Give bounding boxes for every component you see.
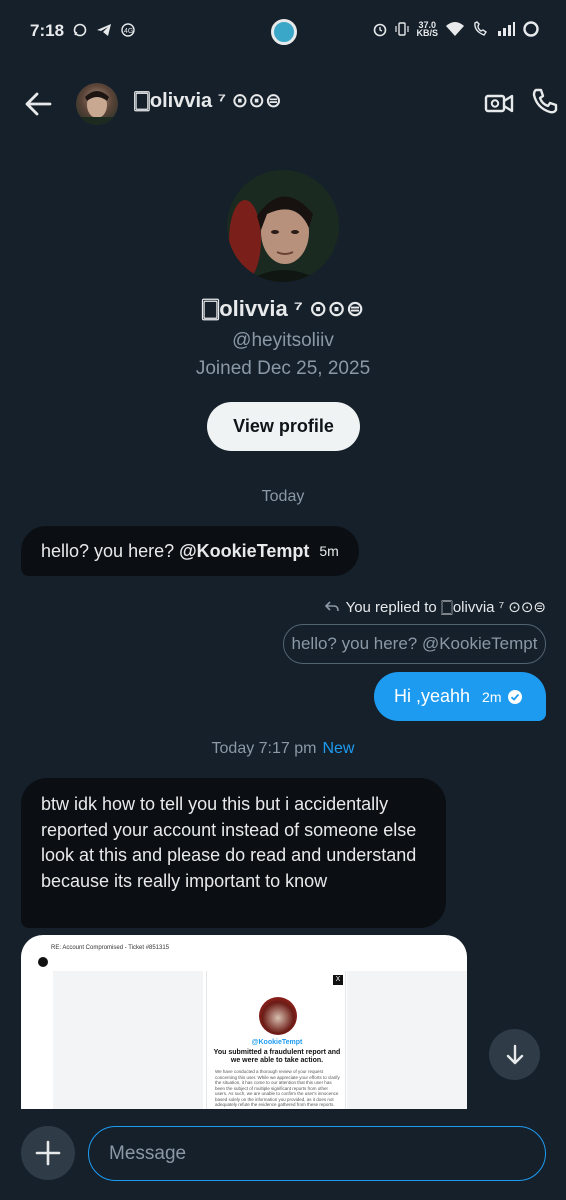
view-profile-button[interactable]: View profile (207, 402, 360, 451)
carrier-icon: 4G (121, 23, 135, 37)
status-time: 7:18 (30, 21, 65, 40)
profile-avatar[interactable] (227, 170, 339, 282)
scroll-to-bottom-button[interactable] (489, 1029, 540, 1080)
alarm-icon (374, 23, 387, 37)
replied-to-label: You replied to 🀆olivvia ⁷ ⊙⊙⊜ (324, 598, 546, 616)
embed-handle: @KookieTempt (251, 1039, 303, 1046)
video-camera-icon[interactable] (484, 88, 514, 118)
camera-cutout (262, 16, 306, 48)
x-logo-icon: X (333, 975, 343, 985)
attached-image[interactable]: RE: Account Compromised - Ticket #851315… (21, 935, 467, 1109)
profile-joined-date: Joined Dec 25, 2025 (195, 358, 371, 379)
incoming-message-long[interactable]: btw idk how to tell you this but i accid… (21, 778, 446, 928)
new-messages-label: New (322, 740, 355, 757)
conversation-header: 🀆olivvia ⁷ ⊙⊙⊜ (0, 70, 566, 134)
vibrate-icon (395, 22, 410, 36)
message-time: 2m (482, 688, 502, 705)
x-logo-icon (38, 957, 48, 967)
profile-display-name: 🀆olivvia ⁷ ⊙⊙⊜ (201, 296, 365, 321)
telegram-icon (97, 24, 111, 36)
message-composer (0, 1110, 566, 1200)
message-text: Hi ,yeahh (394, 686, 471, 706)
embed-email-card: X @KookieTempt You submitted a fraudulen… (206, 971, 346, 1109)
arrow-down-icon (506, 1044, 523, 1064)
header-display-name[interactable]: 🀆olivvia ⁷ ⊙⊙⊜ (134, 88, 282, 113)
status-system-icons: 37.0 KB/S (372, 20, 540, 38)
svg-text:4G: 4G (124, 28, 133, 35)
quoted-message[interactable]: hello? you here? @KookieTempt (283, 624, 546, 664)
embed-email-subject: RE: Account Compromised - Ticket #851315 (51, 945, 170, 951)
header-avatar[interactable] (76, 83, 118, 125)
message-text: btw idk how to tell you this but i accid… (41, 794, 417, 891)
read-check-icon (507, 689, 522, 704)
embed-avatar (259, 997, 297, 1035)
message-input[interactable] (88, 1126, 546, 1181)
signal-icon (498, 22, 515, 36)
outgoing-message[interactable]: Hi ,yeahh 2m (374, 672, 546, 721)
chat-bubble-icon (73, 23, 87, 37)
incoming-message[interactable]: hello? you here? @KookieTempt 5m (21, 526, 359, 576)
plus-icon (35, 1140, 61, 1166)
reply-arrow-icon (324, 601, 339, 612)
phone-icon[interactable] (530, 86, 560, 116)
message-time: 5m (319, 543, 339, 559)
status-bar: 7:18 4G 37.0 KB/S (0, 0, 566, 62)
date-separator: Today (261, 488, 305, 505)
battery-ring-icon (523, 21, 539, 37)
arrow-left-icon[interactable] (22, 88, 54, 120)
profile-handle: @heyitsoliiv (232, 330, 334, 351)
date-separator-new: Today 7:17 pm New (211, 740, 355, 757)
embed-body: We have conducted a thorough review of y… (215, 1069, 340, 1107)
wifi-icon (446, 22, 464, 36)
add-attachment-button[interactable] (21, 1126, 75, 1180)
wifi-call-icon (474, 21, 487, 36)
network-speed: 37.0 KB/S (416, 20, 438, 38)
status-notification-icons: 4G (72, 22, 136, 38)
message-mention[interactable]: @KookieTempt (179, 541, 309, 562)
embed-headline: You submitted a fraudulent report and we… (213, 1049, 341, 1064)
message-text: hello? you here? (41, 540, 175, 561)
